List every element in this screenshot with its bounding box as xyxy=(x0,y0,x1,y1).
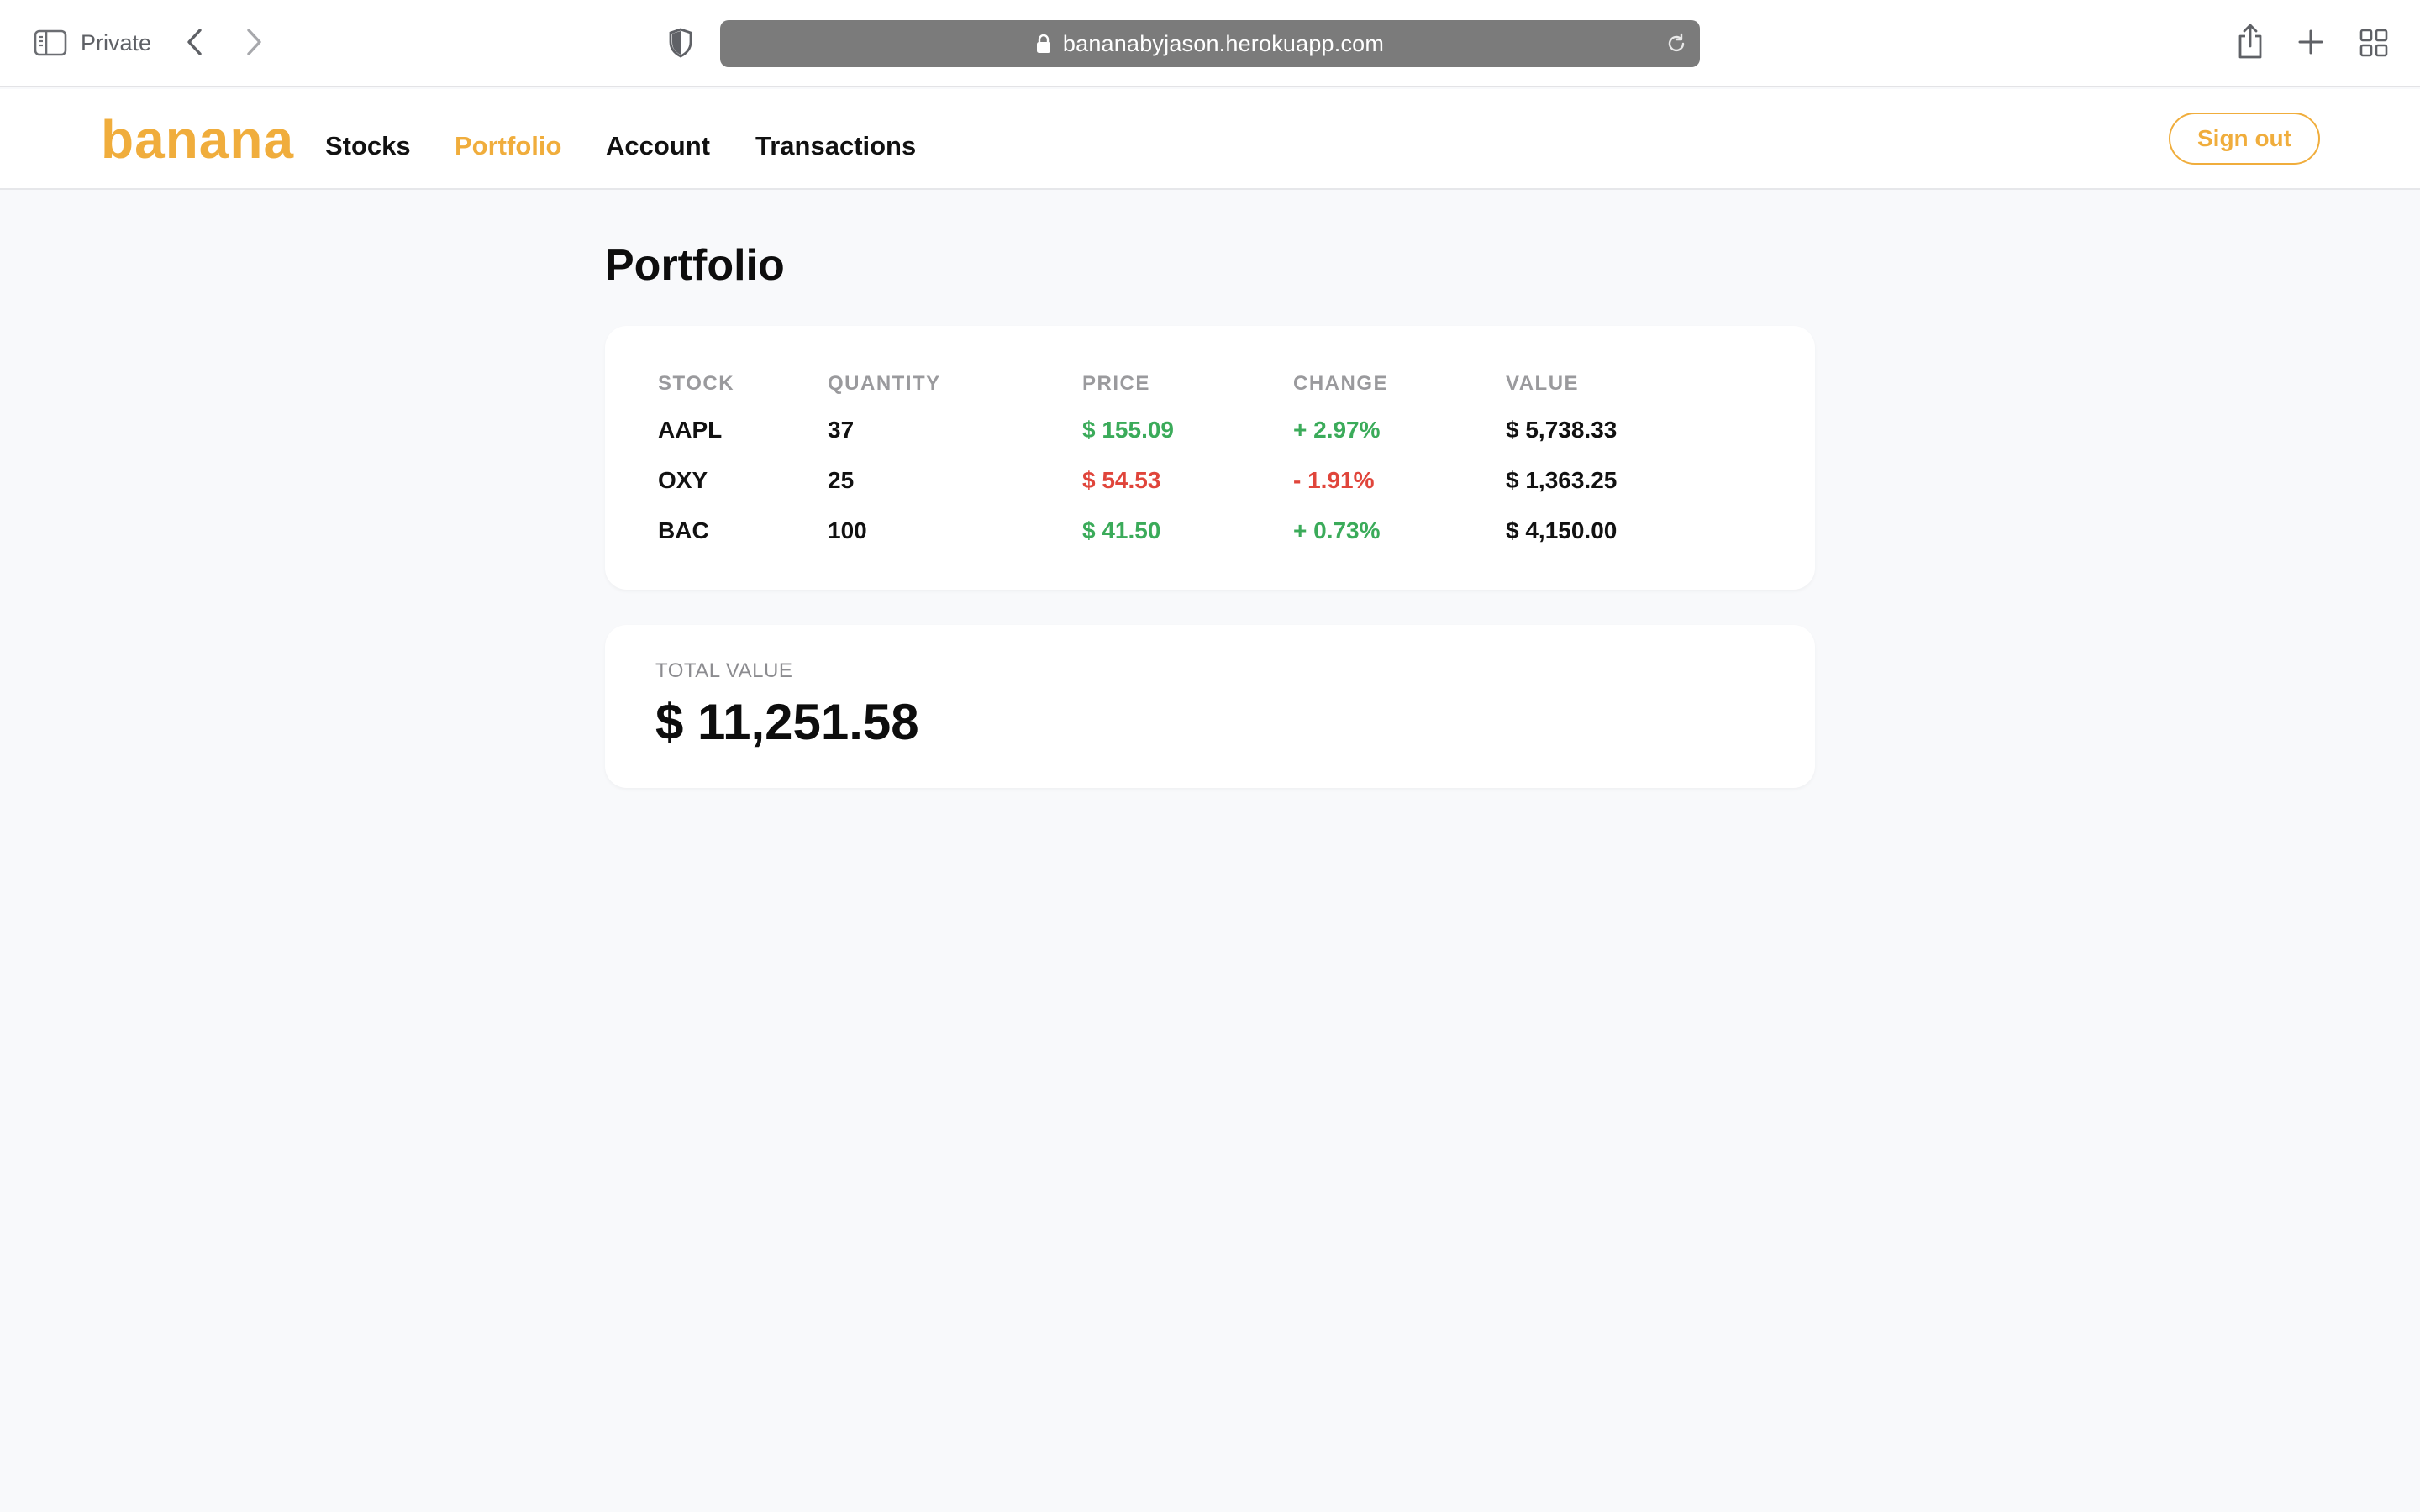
table-row-stock: AAPL xyxy=(658,417,723,443)
share-icon[interactable] xyxy=(2233,22,2267,60)
column-header-value: VALUE xyxy=(1506,372,1580,395)
total-value-card: TOTAL VALUE $ 11,251.58 xyxy=(605,625,1815,788)
column-header-price: PRICE xyxy=(1082,372,1150,395)
table-row-value: $ 4,150.00 xyxy=(1506,517,1618,543)
grid-icon[interactable] xyxy=(2358,27,2390,59)
column-header-change: CHANGE xyxy=(1293,372,1389,395)
total-value-amount: $ 11,251.58 xyxy=(655,694,919,750)
table-row-stock: OXY xyxy=(658,467,708,493)
table-row-quantity: 37 xyxy=(828,417,855,443)
chevron-right-icon[interactable] xyxy=(237,25,271,59)
reload-icon[interactable] xyxy=(1665,32,1688,55)
nav-link-portfolio[interactable]: Portfolio xyxy=(455,129,561,163)
table-row-price: $ 54.53 xyxy=(1082,467,1161,493)
address-bar[interactable]: bananabyjason.herokuapp.com xyxy=(720,20,1700,67)
lock-icon xyxy=(1036,33,1053,55)
holdings-table: STOCK QUANTITY PRICE CHANGE VALUE AAPL 3… xyxy=(605,326,1815,590)
sign-out-button[interactable]: Sign out xyxy=(2169,113,2320,165)
table-row-value: $ 1,363.25 xyxy=(1506,467,1618,493)
table-row-quantity: 25 xyxy=(828,467,855,493)
column-header-stock: STOCK xyxy=(658,372,735,395)
browser-toolbar: Private bananabyjason.herokuapp.com xyxy=(0,0,2420,87)
privacy-shield-icon[interactable] xyxy=(664,25,697,60)
private-mode-label: Private xyxy=(81,30,152,55)
table-row-value: $ 5,738.33 xyxy=(1506,417,1618,443)
table-row-change: + 2.97% xyxy=(1293,417,1381,443)
sidebar-icon[interactable] xyxy=(34,29,67,57)
table-row-price: $ 41.50 xyxy=(1082,517,1161,543)
plus-icon[interactable] xyxy=(2294,25,2328,59)
chevron-left-icon[interactable] xyxy=(178,25,212,59)
banana-logo[interactable]: banana xyxy=(101,106,294,173)
nav-link-transactions[interactable]: Transactions xyxy=(755,129,916,163)
page-title: Portfolio xyxy=(605,241,785,290)
table-row-quantity: 100 xyxy=(828,517,867,543)
nav-link-account[interactable]: Account xyxy=(606,129,710,163)
table-row-change: + 0.73% xyxy=(1293,517,1381,543)
table-row-change: - 1.91% xyxy=(1293,467,1375,493)
app-navbar: banana Stocks Portfolio Account Transact… xyxy=(0,89,2420,190)
nav-link-stocks[interactable]: Stocks xyxy=(325,129,411,163)
column-header-quantity: QUANTITY xyxy=(828,372,941,395)
table-row-price: $ 155.09 xyxy=(1082,417,1174,443)
total-value-label: TOTAL VALUE xyxy=(655,659,793,682)
url-text: bananabyjason.herokuapp.com xyxy=(1062,30,1385,56)
table-row-stock: BAC xyxy=(658,517,709,543)
